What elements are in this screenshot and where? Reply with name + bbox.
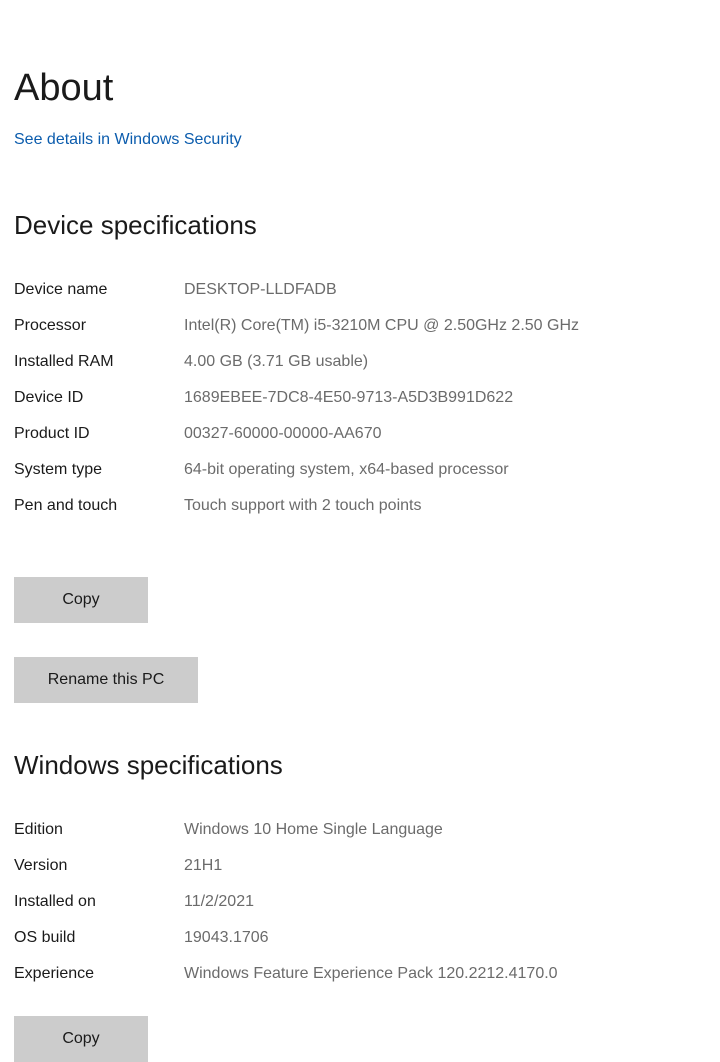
spec-label: Device ID bbox=[14, 389, 84, 406]
spec-value: Intel(R) Core(TM) i5-3210M CPU @ 2.50GHz… bbox=[184, 317, 580, 334]
spec-row-processor: Processor Intel(R) Core(TM) i5-3210M CPU… bbox=[14, 314, 694, 338]
spec-row-device-id: Device ID 1689EBEE-7DC8-4E50-9713-A5D3B9… bbox=[14, 386, 694, 410]
spec-row-version: Version 21H1 bbox=[14, 854, 694, 878]
windows-specifications-heading: Windows specifications bbox=[14, 750, 283, 780]
spec-label: Device name bbox=[14, 281, 108, 298]
device-specifications-heading: Device specifications bbox=[14, 210, 257, 240]
windows-specifications-list: Edition Windows 10 Home Single Language … bbox=[14, 818, 694, 998]
spec-value: 64-bit operating system, x64-based proce… bbox=[184, 461, 509, 478]
spec-row-pen-and-touch: Pen and touch Touch support with 2 touch… bbox=[14, 494, 694, 518]
spec-row-product-id: Product ID 00327-60000-00000-AA670 bbox=[14, 422, 694, 446]
page-title: About bbox=[14, 67, 114, 109]
spec-value: 1689EBEE-7DC8-4E50-9713-A5D3B991D622 bbox=[184, 389, 514, 406]
spec-label: Experience bbox=[14, 965, 95, 982]
spec-label: Installed RAM bbox=[14, 353, 114, 370]
copy-device-specs-button[interactable]: Copy bbox=[14, 577, 148, 623]
spec-row-device-name: Device name DESKTOP-LLDFADB bbox=[14, 278, 694, 302]
spec-value: 11/2/2021 bbox=[184, 893, 254, 910]
copy-windows-specs-button[interactable]: Copy bbox=[14, 1016, 148, 1062]
windows-security-link[interactable]: See details in Windows Security bbox=[14, 131, 242, 149]
spec-value: DESKTOP-LLDFADB bbox=[184, 281, 337, 298]
spec-value: 00327-60000-00000-AA670 bbox=[184, 425, 382, 442]
spec-value: Windows Feature Experience Pack 120.2212… bbox=[184, 965, 558, 982]
spec-row-system-type: System type 64-bit operating system, x64… bbox=[14, 458, 694, 482]
spec-row-installed-ram: Installed RAM 4.00 GB (3.71 GB usable) bbox=[14, 350, 694, 374]
spec-value: 4.00 GB (3.71 GB usable) bbox=[184, 353, 369, 370]
spec-label: System type bbox=[14, 461, 103, 478]
spec-value: Windows 10 Home Single Language bbox=[184, 821, 443, 838]
spec-row-installed-on: Installed on 11/2/2021 bbox=[14, 890, 694, 914]
spec-label: Processor bbox=[14, 317, 87, 334]
spec-row-edition: Edition Windows 10 Home Single Language bbox=[14, 818, 694, 842]
rename-pc-button[interactable]: Rename this PC bbox=[14, 657, 198, 703]
spec-label: Edition bbox=[14, 821, 63, 838]
spec-label: Product ID bbox=[14, 425, 90, 442]
spec-label: Pen and touch bbox=[14, 497, 118, 514]
spec-label: Version bbox=[14, 857, 68, 874]
spec-label: Installed on bbox=[14, 893, 96, 910]
spec-row-experience: Experience Windows Feature Experience Pa… bbox=[14, 962, 694, 986]
spec-row-os-build: OS build 19043.1706 bbox=[14, 926, 694, 950]
device-specifications-list: Device name DESKTOP-LLDFADB Processor In… bbox=[14, 278, 694, 530]
spec-label: OS build bbox=[14, 929, 76, 946]
spec-value: 19043.1706 bbox=[184, 929, 269, 946]
spec-value: Touch support with 2 touch points bbox=[184, 497, 422, 514]
spec-value: 21H1 bbox=[184, 857, 223, 874]
